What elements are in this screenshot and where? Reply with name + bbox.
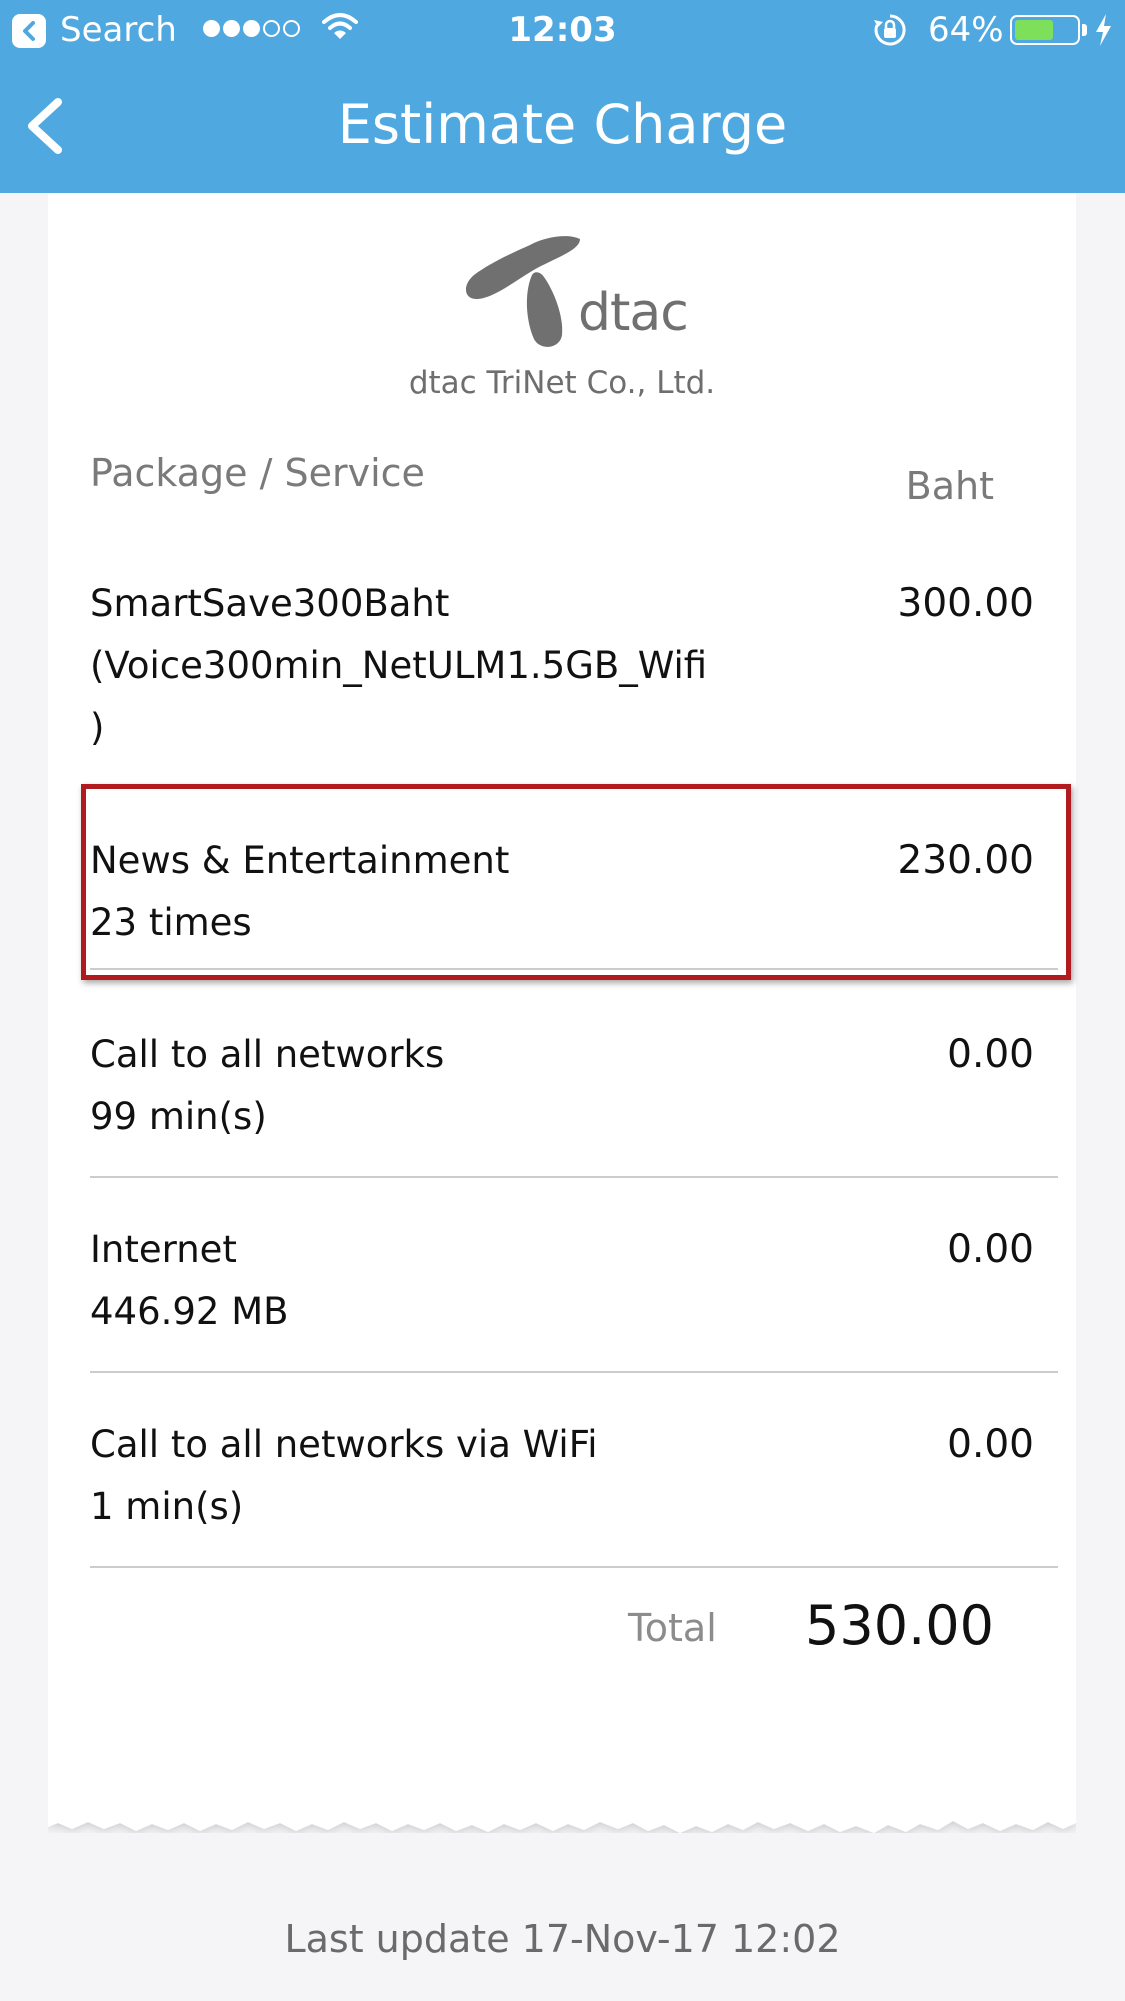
row-divider [90, 1371, 1058, 1373]
charge-row-calls: Call to all networks 99 min(s) 0.00 [90, 1024, 1058, 1178]
charge-amount: 300.00 [897, 581, 1034, 626]
total-value: 530.00 [805, 1594, 994, 1657]
charge-amount: 0.00 [947, 1032, 1034, 1077]
torn-paper-background [48, 193, 1076, 1833]
last-update-text: Last update 17-Nov-17 12:02 [284, 1917, 841, 1961]
highlight-box [81, 784, 1071, 980]
rotation-lock-icon [874, 14, 906, 46]
charge-name: Internet 446.92 MB [90, 1228, 289, 1333]
dtac-logo-icon [465, 236, 580, 347]
battery-icon [1010, 15, 1080, 45]
charge-amount: 0.00 [947, 1227, 1034, 1272]
battery-tip [1082, 24, 1087, 36]
charge-name: SmartSave300Baht (Voice300min_NetULM1.5G… [90, 582, 708, 749]
row-divider [90, 1566, 1058, 1568]
company-name: dtac TriNet Co., Ltd. [408, 365, 716, 401]
battery-level [1015, 20, 1054, 40]
charging-bolt-icon [1096, 14, 1111, 46]
receipt-card: dtac dtac TriNet Co., Ltd. Package / Ser… [48, 193, 1076, 1833]
page-title: Estimate Charge [337, 93, 788, 156]
charge-row-internet: Internet 446.92 MB 0.00 [90, 1219, 1058, 1373]
charge-row-wifi-calls: Call to all networks via WiFi 1 min(s) 0… [90, 1414, 1058, 1568]
battery-percent: 64% [928, 10, 1004, 50]
dtac-logo-text: dtac [578, 283, 689, 343]
dtac-logo: dtac [460, 231, 720, 351]
charge-name: Call to all networks 99 min(s) [90, 1033, 445, 1138]
charge-name: Call to all networks via WiFi 1 min(s) [90, 1423, 598, 1528]
total-label: Total [628, 1606, 717, 1650]
column-header-service: Package / Service [90, 451, 425, 495]
app-header: Search 12:03 64% Estimate Charge [0, 0, 1125, 193]
charge-amount: 0.00 [947, 1422, 1034, 1467]
charge-row-package: SmartSave300Baht (Voice300min_NetULM1.5G… [90, 573, 1058, 789]
column-header-amount: Baht [905, 464, 994, 508]
status-bar: Search 12:03 64% [0, 0, 1125, 60]
row-divider [90, 1176, 1058, 1178]
